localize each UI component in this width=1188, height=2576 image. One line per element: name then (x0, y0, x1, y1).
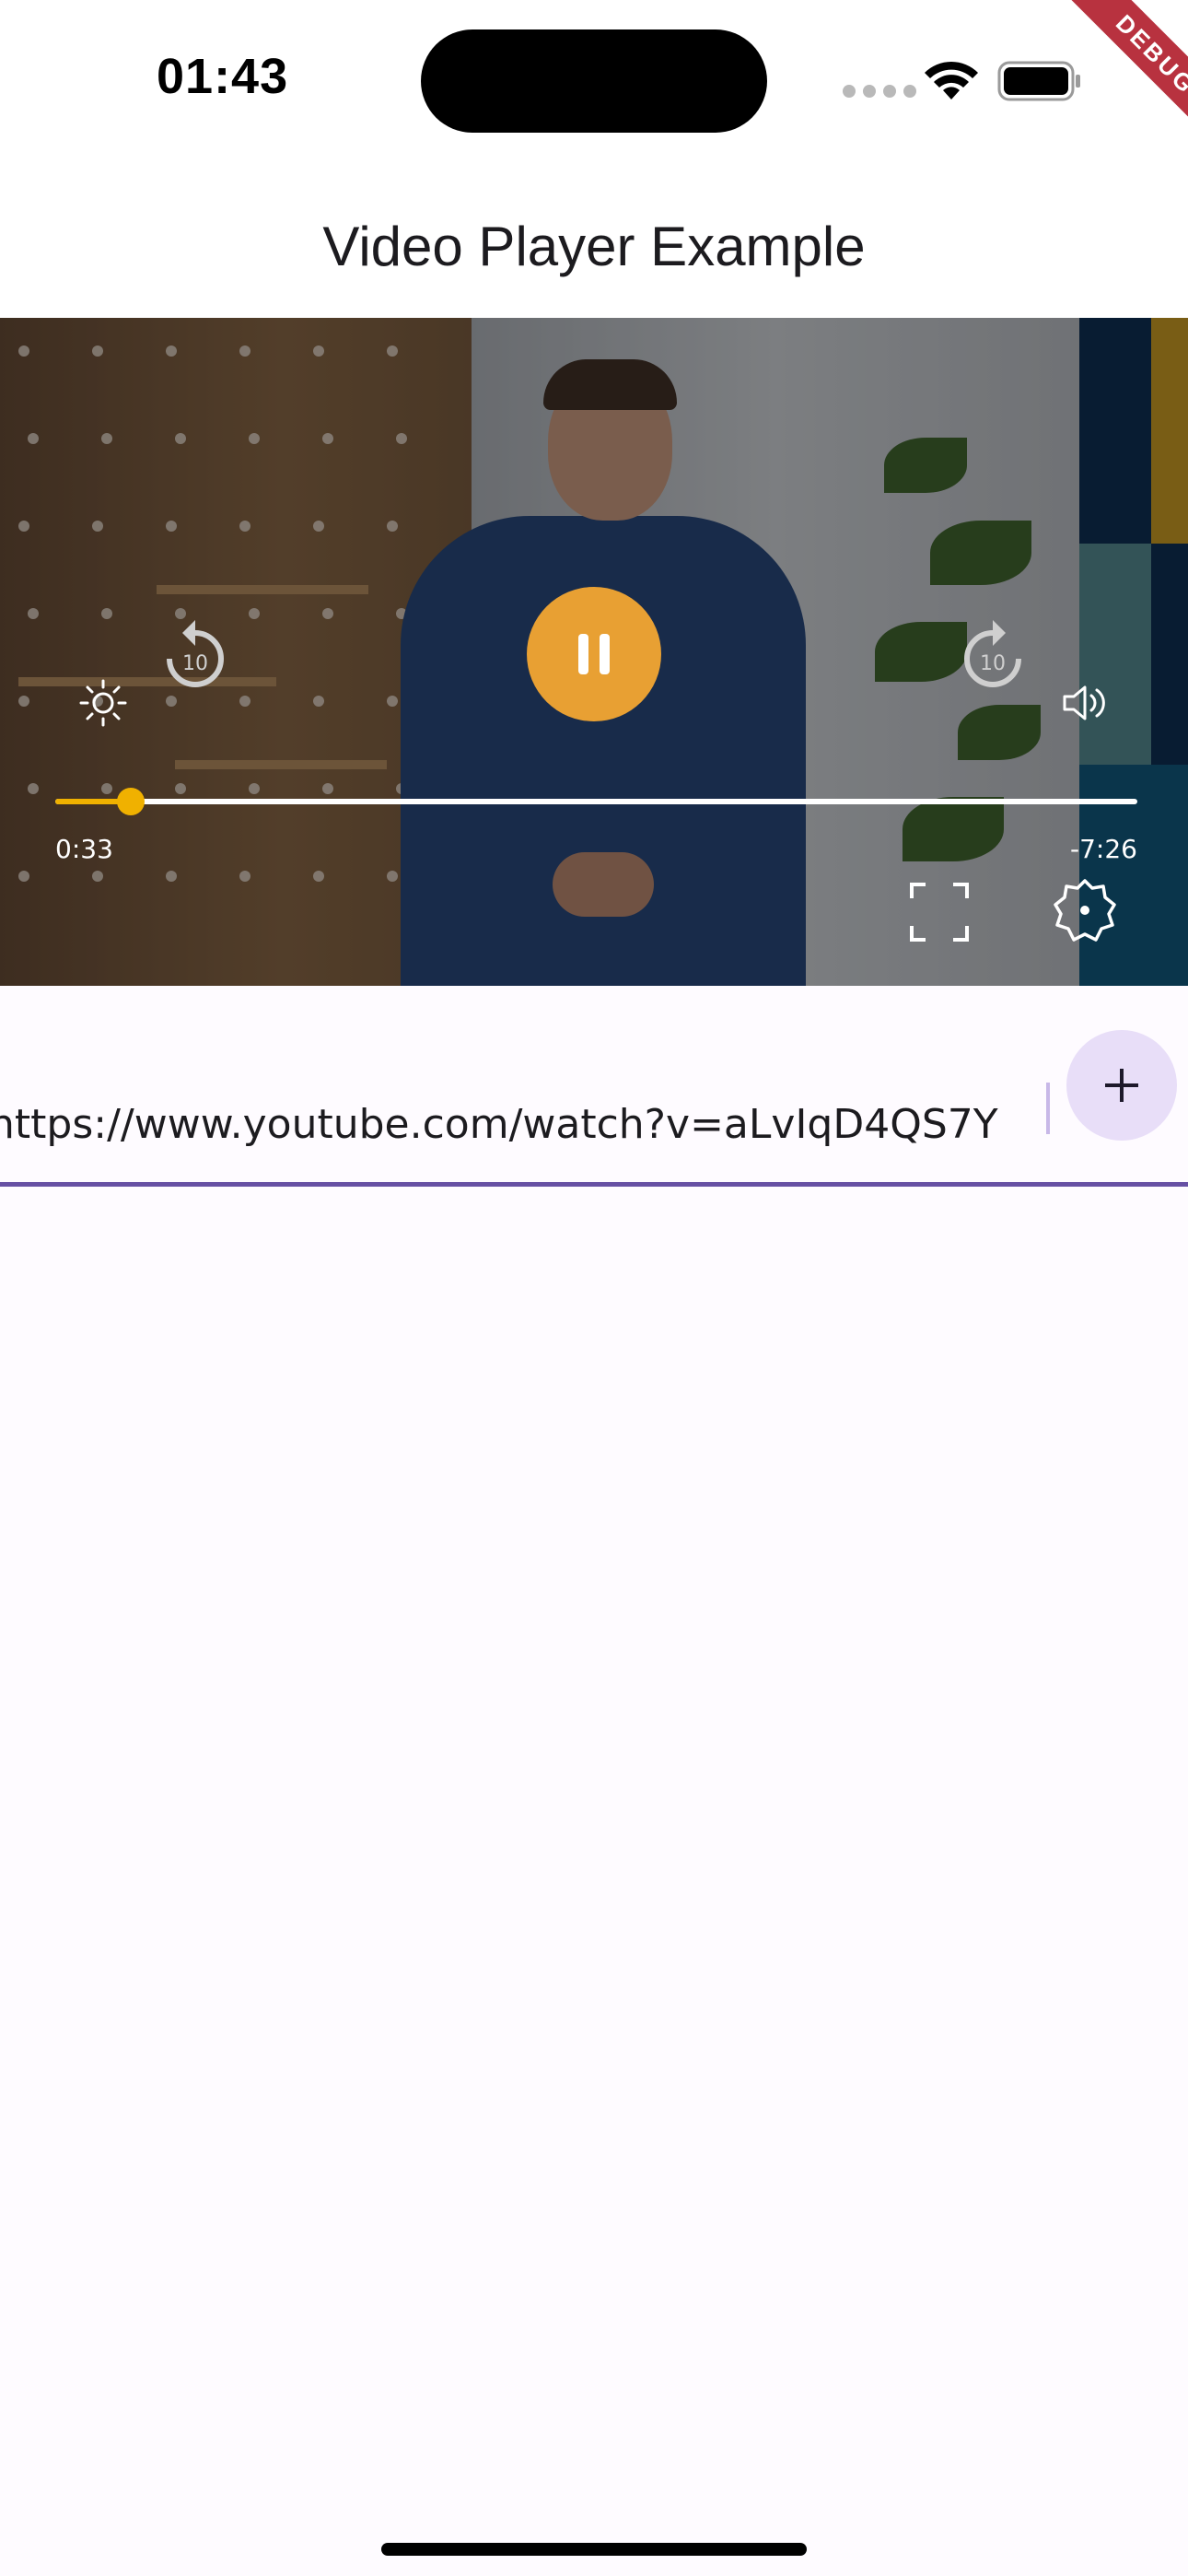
brightness-button[interactable] (76, 675, 131, 731)
elapsed-time: 0:33 (55, 834, 113, 864)
progress-slider[interactable] (55, 788, 1137, 815)
debug-banner: DEBUG (1004, 0, 1188, 184)
settings-button[interactable] (1050, 875, 1120, 945)
rewind-seconds-label: 10 (182, 652, 208, 675)
pause-icon (578, 634, 610, 674)
fullscreen-icon (910, 883, 969, 942)
forward-10-button[interactable]: 10 (956, 613, 1030, 696)
rewind-10-button[interactable]: 10 (158, 613, 232, 696)
cellular-signal-icon (843, 85, 916, 98)
home-indicator (381, 2543, 807, 2556)
url-input[interactable] (0, 1101, 1039, 1148)
plus-icon (1105, 1069, 1138, 1102)
volume-button[interactable] (1057, 675, 1112, 731)
brightness-icon (79, 679, 127, 727)
screen: 01:43 DEBUG Video Player Example 10 10 0… (0, 0, 1188, 2576)
remaining-time: -7:26 (1070, 834, 1137, 864)
url-input-underline (0, 1182, 1188, 1187)
video-player[interactable]: 10 10 0:33 -7:26 (0, 318, 1188, 986)
settings-icon (1054, 879, 1116, 942)
forward-10-icon: 10 (964, 620, 1021, 687)
url-input-row (0, 986, 1188, 1188)
page-title: Video Player Example (322, 216, 866, 277)
volume-icon (1063, 685, 1105, 720)
debug-label: DEBUG (1059, 0, 1188, 151)
add-button[interactable] (1066, 1030, 1177, 1141)
forward-seconds-label: 10 (980, 652, 1006, 675)
dynamic-island (421, 29, 767, 133)
app-bar: Video Player Example (0, 166, 1188, 318)
fullscreen-button[interactable] (907, 880, 972, 944)
status-time: 01:43 (157, 49, 289, 104)
text-cursor (1046, 1083, 1050, 1134)
pause-button[interactable] (527, 587, 661, 721)
wifi-icon (925, 61, 978, 100)
replay-10-icon: 10 (167, 620, 224, 687)
